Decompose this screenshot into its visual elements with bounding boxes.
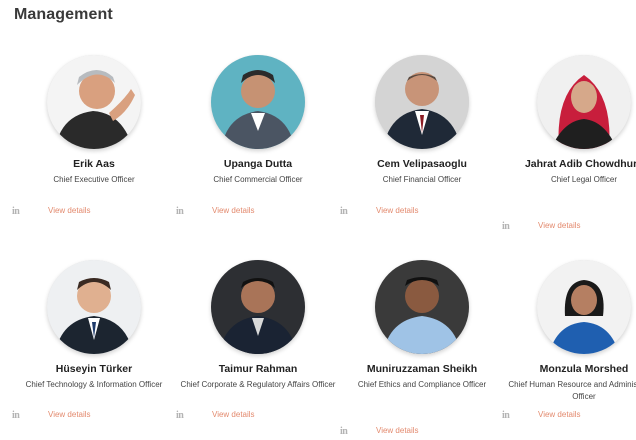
avatar[interactable] (47, 260, 141, 354)
person-role: Chief Human Resource and Administration … (508, 380, 636, 401)
person-role: Chief Executive Officer (53, 175, 135, 184)
person-name: Taimur Rahman (218, 363, 298, 375)
person-name: Upanga Dutta (223, 158, 293, 170)
person-name: Hüseyin Türker (55, 363, 133, 375)
view-details-link[interactable]: View details (212, 206, 255, 215)
linkedin-icon[interactable]: in (12, 206, 20, 217)
person-card: Monzula Morshed Chief Human Resource and… (502, 260, 636, 421)
person-card: Jahrat Adib Chowdhury Chief Legal Office… (502, 55, 636, 232)
linkedin-icon[interactable]: in (502, 410, 510, 421)
linkedin-icon[interactable]: in (340, 426, 348, 437)
person-name: Muniruzzaman Sheikh (366, 363, 478, 375)
person-card: Upanga Dutta Chief Commercial Officer in… (176, 55, 340, 217)
person-name: Monzula Morshed (539, 363, 629, 375)
section-title: Management (14, 6, 113, 23)
linkedin-icon[interactable]: in (176, 206, 184, 217)
avatar[interactable] (211, 55, 305, 149)
person-card: Muniruzzaman Sheikh Chief Ethics and Com… (340, 260, 504, 437)
avatar[interactable] (211, 260, 305, 354)
linkedin-icon[interactable]: in (502, 221, 510, 232)
view-details-link[interactable]: View details (538, 221, 581, 230)
person-card: Erik Aas Chief Executive Officer in View… (12, 55, 176, 217)
person-card: Cem Velipasaoglu Chief Financial Officer… (340, 55, 504, 217)
avatar[interactable] (47, 55, 141, 149)
person-role: Chief Legal Officer (550, 175, 618, 184)
person-card: Hüseyin Türker Chief Technology & Inform… (12, 260, 176, 421)
view-details-link[interactable]: View details (376, 206, 419, 215)
person-role: Chief Commercial Officer (213, 175, 303, 184)
person-name: Cem Velipasaoglu (377, 158, 467, 170)
avatar[interactable] (375, 260, 469, 354)
avatar[interactable] (537, 55, 631, 149)
view-details-link[interactable]: View details (212, 410, 255, 419)
view-details-link[interactable]: View details (376, 426, 419, 435)
linkedin-icon[interactable]: in (12, 410, 20, 421)
person-role: Chief Corporate & Regulatory Affairs Off… (180, 380, 336, 389)
view-details-link[interactable]: View details (538, 410, 581, 419)
person-card: Taimur Rahman Chief Corporate & Regulato… (176, 260, 340, 421)
view-details-link[interactable]: View details (48, 206, 91, 215)
avatar[interactable] (537, 260, 631, 354)
view-details-link[interactable]: View details (48, 410, 91, 419)
person-role: Chief Financial Officer (382, 175, 462, 184)
person-role: Chief Technology & Information Officer (25, 380, 163, 389)
person-name: Erik Aas (73, 158, 115, 170)
avatar[interactable] (375, 55, 469, 149)
linkedin-icon[interactable]: in (340, 206, 348, 217)
person-name: Jahrat Adib Chowdhury (524, 158, 636, 170)
linkedin-icon[interactable]: in (176, 410, 184, 421)
person-role: Chief Ethics and Compliance Officer (357, 380, 487, 389)
